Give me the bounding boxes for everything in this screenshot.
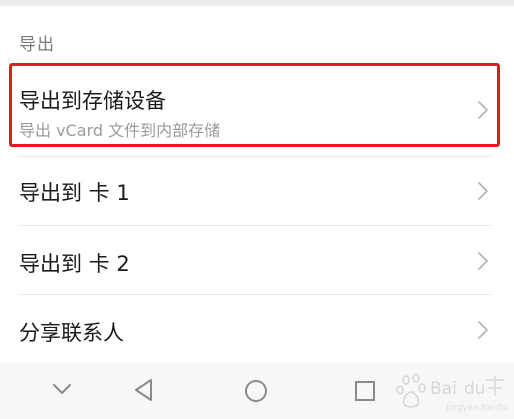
recent-apps-icon[interactable]: [353, 379, 377, 403]
chevron-right-icon: [478, 182, 488, 200]
list-item-title: 导出到 卡 2: [19, 252, 130, 276]
list-item-title: 导出到 卡 1: [19, 181, 130, 205]
home-icon[interactable]: [243, 378, 269, 404]
contacts-export-screen: 导出 导出到存储设备 导出 vCard 文件到内部存储 导出到 卡 1 导出到 …: [0, 0, 514, 419]
list-item-share-contacts[interactable]: 分享联系人: [0, 295, 514, 361]
chevron-down-icon[interactable]: [51, 381, 73, 397]
svg-text:jingyan.baidu.com: jingyan.baidu.com: [445, 403, 510, 413]
svg-text:du: du: [464, 379, 486, 399]
list-item-export-card-2[interactable]: 导出到 卡 2: [0, 226, 514, 294]
highlight-box: [9, 63, 500, 147]
svg-text:Bai: Bai: [430, 379, 457, 399]
baidu-watermark-logo: Bai du jingyan.baidu.com: [396, 373, 510, 413]
chevron-right-icon: [478, 321, 488, 339]
section-header-export: 导出: [19, 35, 55, 55]
back-icon[interactable]: [133, 378, 155, 402]
chevron-right-icon: [478, 252, 488, 270]
top-bar: [0, 0, 514, 6]
list-item-export-card-1[interactable]: 导出到 卡 1: [0, 157, 514, 225]
list-item-title: 分享联系人: [19, 321, 124, 345]
